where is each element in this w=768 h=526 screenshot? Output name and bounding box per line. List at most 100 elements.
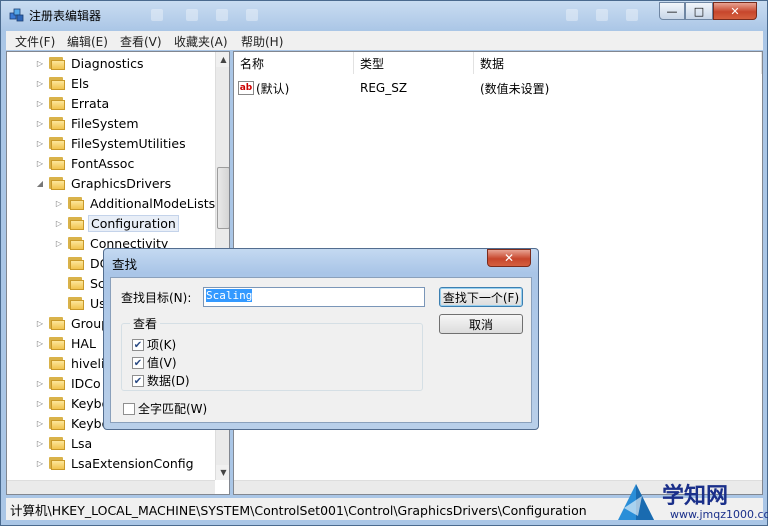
folder-icon bbox=[49, 176, 65, 190]
checkbox-data[interactable]: ✔ 数据(D) bbox=[132, 372, 190, 389]
close-button[interactable]: ✕ bbox=[713, 2, 757, 20]
menu-view[interactable]: 查看(V) bbox=[120, 33, 162, 50]
list-item[interactable]: ab (默认) bbox=[238, 78, 289, 98]
expand-arrow-icon[interactable]: ▷ bbox=[35, 59, 45, 68]
checkbox-checked-icon[interactable]: ✔ bbox=[132, 338, 144, 351]
tree-item-label: Diagnostics bbox=[71, 55, 144, 71]
expand-arrow-icon[interactable]: ▷ bbox=[35, 159, 45, 168]
blurred-toolbar-icon bbox=[566, 9, 578, 21]
checkbox-checked-icon[interactable]: ✔ bbox=[132, 374, 144, 387]
folder-icon bbox=[49, 396, 65, 410]
tree-item-label: LsaExtensionConfig bbox=[71, 455, 194, 471]
tree-item[interactable]: ◢ GraphicsDrivers bbox=[35, 173, 173, 193]
tree-item[interactable]: ▷ HAL bbox=[35, 333, 98, 353]
expand-arrow-icon[interactable]: ▷ bbox=[35, 79, 45, 88]
column-header-name[interactable]: 名称 bbox=[234, 52, 354, 74]
checkbox-label: 项(K) bbox=[147, 338, 177, 352]
tree-horizontal-scrollbar[interactable] bbox=[7, 480, 215, 494]
tree-item-label: FileSystemUtilities bbox=[71, 135, 186, 151]
value-name: (默认) bbox=[256, 81, 290, 96]
tree-item-label: Els bbox=[71, 75, 89, 91]
folder-icon bbox=[49, 316, 65, 330]
expand-arrow-icon[interactable]: ▷ bbox=[54, 219, 64, 228]
string-value-icon: ab bbox=[238, 81, 254, 95]
value-type: REG_SZ bbox=[360, 81, 408, 95]
tree-item[interactable]: ▷ IDCo bbox=[35, 373, 103, 393]
find-target-text: Scaling bbox=[206, 289, 253, 302]
expand-arrow-icon[interactable]: ▷ bbox=[35, 439, 45, 448]
dialog-body: 查找目标(N): Scaling 查找下一个(F) 取消 查看 ✔ 项(K) ✔… bbox=[110, 277, 532, 423]
blurred-toolbar-icon bbox=[216, 9, 228, 21]
tree-item[interactable]: ▷ Group bbox=[35, 313, 111, 333]
folder-icon bbox=[49, 336, 65, 350]
expand-arrow-icon[interactable]: ▷ bbox=[35, 419, 45, 428]
tree-item[interactable]: ▷ AdditionalModeLists bbox=[54, 193, 217, 213]
find-target-input[interactable]: Scaling bbox=[203, 287, 425, 307]
menu-help[interactable]: 帮助(H) bbox=[241, 33, 283, 50]
blurred-toolbar-icon bbox=[626, 9, 638, 21]
tree-item[interactable]: ▷ FontAssoc bbox=[35, 153, 136, 173]
dialog-close-button[interactable]: ✕ bbox=[487, 249, 531, 267]
tree-item[interactable]: hivelis bbox=[35, 353, 113, 373]
expand-arrow-icon[interactable]: ▷ bbox=[35, 139, 45, 148]
tree-item[interactable]: DC bbox=[54, 253, 110, 273]
menu-file[interactable]: 文件(F) bbox=[15, 33, 55, 50]
expand-arrow-icon[interactable]: ▷ bbox=[54, 239, 64, 248]
expand-arrow-icon[interactable]: ▷ bbox=[35, 459, 45, 468]
expand-arrow-icon[interactable]: ▷ bbox=[35, 399, 45, 408]
close-icon: ✕ bbox=[503, 251, 515, 265]
tree-item-label: FontAssoc bbox=[71, 155, 135, 171]
tree-item[interactable]: Sc bbox=[54, 273, 107, 293]
dialog-title: 查找 bbox=[112, 257, 138, 272]
maximize-button[interactable]: □ bbox=[685, 2, 713, 20]
expand-arrow-icon[interactable]: ▷ bbox=[35, 99, 45, 108]
expand-arrow-icon[interactable]: ▷ bbox=[54, 199, 64, 208]
scroll-thumb[interactable] bbox=[217, 167, 229, 229]
tree-item[interactable]: ▷ Els bbox=[35, 73, 91, 93]
find-next-button[interactable]: 查找下一个(F) bbox=[439, 287, 523, 307]
tree-item-label: FileSystem bbox=[71, 115, 139, 131]
folder-icon bbox=[49, 436, 65, 450]
tree-item[interactable]: ▷ Configuration bbox=[54, 213, 179, 233]
blurred-toolbar-icon bbox=[596, 9, 608, 21]
minimize-button[interactable]: — bbox=[659, 2, 685, 20]
tree-item[interactable]: ▷ Diagnostics bbox=[35, 53, 146, 73]
tree-item-label: IDCo bbox=[71, 375, 101, 391]
menu-edit[interactable]: 编辑(E) bbox=[67, 33, 108, 50]
close-icon: ✕ bbox=[730, 4, 740, 18]
watermark-triangle-icon bbox=[618, 484, 654, 520]
tree-item-label: GraphicsDrivers bbox=[71, 175, 172, 191]
scroll-up-icon[interactable]: ▲ bbox=[216, 52, 229, 67]
tree-item[interactable]: ▷ Keybo bbox=[35, 413, 111, 433]
checkbox-checked-icon[interactable]: ✔ bbox=[132, 356, 144, 369]
value-data: (数值未设置) bbox=[480, 81, 550, 96]
tree-item[interactable]: ▷ Keybo bbox=[35, 393, 111, 413]
cancel-button[interactable]: 取消 bbox=[439, 314, 523, 334]
checkbox-values[interactable]: ✔ 值(V) bbox=[132, 354, 177, 371]
menu-favorites[interactable]: 收藏夹(A) bbox=[174, 33, 228, 50]
minimize-icon: — bbox=[666, 4, 678, 18]
expand-arrow-icon[interactable]: ◢ bbox=[35, 179, 45, 188]
expand-arrow-icon[interactable]: ▷ bbox=[35, 339, 45, 348]
tree-item[interactable]: ▷ LsaExtensionConfig bbox=[35, 453, 196, 473]
title-bar[interactable]: 注册表编辑器 — □ ✕ bbox=[1, 1, 767, 29]
expand-arrow-icon[interactable]: ▷ bbox=[35, 319, 45, 328]
tree-item[interactable]: ▷ FileSystem bbox=[35, 113, 141, 133]
checkbox-keys[interactable]: ✔ 项(K) bbox=[132, 336, 176, 353]
find-target-label: 查找目标(N): bbox=[121, 291, 192, 305]
tree-item[interactable]: Us bbox=[54, 293, 108, 313]
checkbox-match-whole-string[interactable]: 全字匹配(W) bbox=[123, 400, 207, 417]
expand-arrow-icon[interactable]: ▷ bbox=[35, 119, 45, 128]
column-header-type[interactable]: 类型 bbox=[354, 52, 474, 74]
tree-item-label: AdditionalModeLists bbox=[90, 195, 216, 211]
scroll-down-icon[interactable]: ▼ bbox=[216, 465, 229, 480]
folder-icon bbox=[68, 196, 84, 210]
tree-item[interactable]: ▷ FileSystemUtilities bbox=[35, 133, 188, 153]
expand-arrow-icon[interactable]: ▷ bbox=[35, 379, 45, 388]
column-header-data[interactable]: 数据 bbox=[474, 52, 762, 74]
tree-item[interactable]: ▷ Errata bbox=[35, 93, 111, 113]
folder-icon bbox=[49, 136, 65, 150]
watermark-text: 学知网 bbox=[662, 484, 729, 509]
tree-item[interactable]: ▷ Lsa bbox=[35, 433, 94, 453]
checkbox-unchecked-icon[interactable] bbox=[123, 402, 135, 415]
